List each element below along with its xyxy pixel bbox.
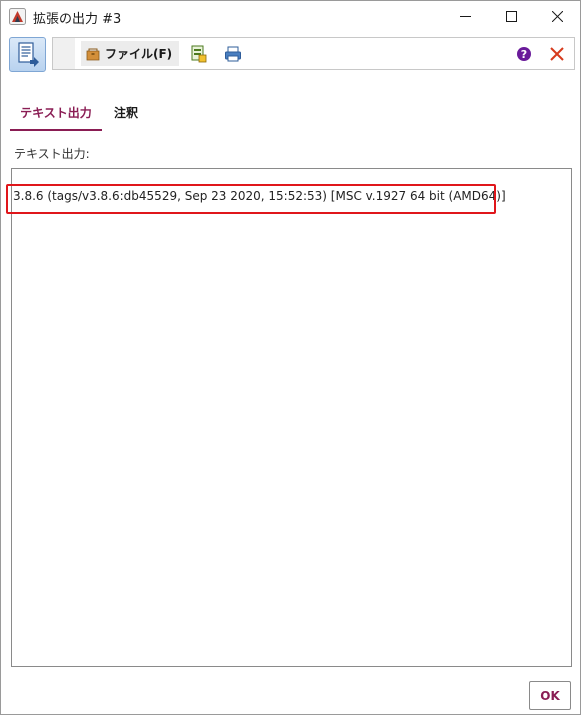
file-menu-icon <box>85 46 101 62</box>
output-panel-icon <box>18 42 39 67</box>
close-panel-button[interactable] <box>548 45 566 63</box>
export-icon <box>191 45 207 63</box>
output-label: テキスト出力: <box>14 147 90 161</box>
app-icon <box>9 8 26 25</box>
output-window: 拡張の出力 #3 ファイル(F) ? テキスト出力 注釈 テキスト出力: 3.8… <box>0 0 581 715</box>
file-menu[interactable]: ファイル(F) <box>81 41 179 66</box>
help-icon: ? <box>517 47 531 61</box>
title-bar: 拡張の出力 #3 <box>1 1 580 32</box>
window-title: 拡張の出力 #3 <box>33 12 122 27</box>
svg-text:?: ? <box>521 48 527 61</box>
output-textarea[interactable]: 3.8.6 (tags/v3.8.6:db45529, Sep 23 2020,… <box>11 168 572 667</box>
minimize-icon <box>459 16 471 17</box>
toolbar: ファイル(F) ? <box>52 37 575 70</box>
print-icon <box>225 46 241 62</box>
ok-button[interactable]: OK <box>529 681 571 710</box>
file-menu-label: ファイル(F) <box>105 47 173 61</box>
minimize-button[interactable] <box>442 1 488 32</box>
maximize-icon <box>505 11 517 22</box>
output-panel-button[interactable] <box>9 37 46 72</box>
tab-annotations[interactable]: 注釈 <box>106 95 146 129</box>
maximize-button[interactable] <box>488 1 534 32</box>
close-window-button[interactable] <box>534 1 580 32</box>
toolbar-grip <box>53 38 75 69</box>
close-panel-icon <box>550 47 564 61</box>
close-window-icon <box>551 11 563 22</box>
tab-text-output[interactable]: テキスト出力 <box>10 95 102 131</box>
print-button[interactable] <box>224 45 242 63</box>
help-button[interactable]: ? <box>515 45 533 63</box>
export-button[interactable] <box>190 45 208 63</box>
highlight-box <box>6 184 496 214</box>
